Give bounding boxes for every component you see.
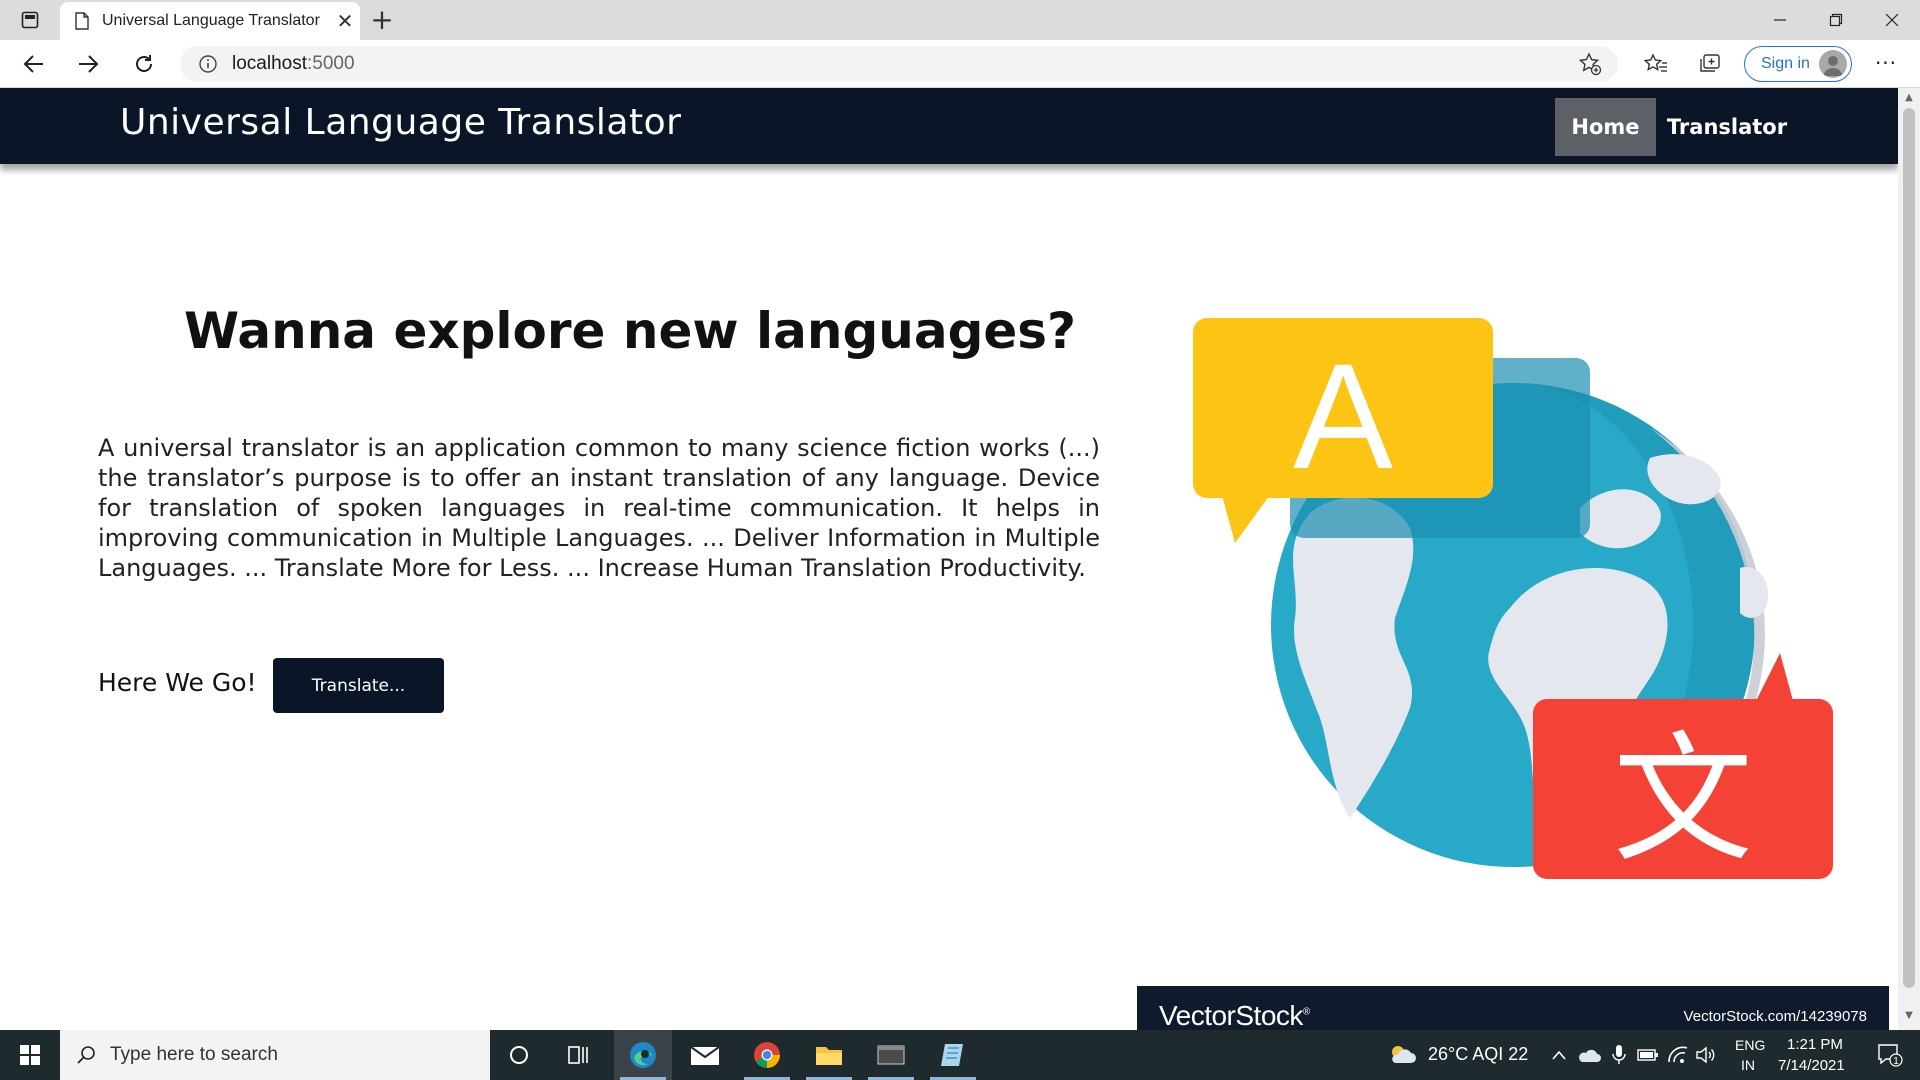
notes-app-icon[interactable]: [924, 1030, 982, 1080]
onedrive-icon[interactable]: [1574, 1030, 1604, 1080]
vectorstock-watermark: VectorStock® VectorStock.com/14239078: [1137, 986, 1889, 1030]
restore-icon[interactable]: [1808, 0, 1864, 40]
clock-date[interactable]: 7/14/2021: [1778, 1057, 1845, 1074]
site-brand[interactable]: Universal Language Translator: [120, 102, 681, 143]
browser-toolbar: localhost:5000 Sign in ···: [0, 40, 1920, 88]
minimize-icon[interactable]: [1752, 0, 1808, 40]
translate-button[interactable]: Translate...: [273, 658, 444, 713]
cortana-icon[interactable]: [490, 1030, 548, 1080]
microphone-icon[interactable]: [1606, 1030, 1632, 1080]
page-viewport: Universal Language Translator Home Trans…: [0, 88, 1898, 1030]
nav-translator-link[interactable]: Translator: [1660, 98, 1794, 156]
cta-label: Here We Go!: [98, 668, 257, 697]
search-icon: [77, 1046, 95, 1064]
address-bar[interactable]: localhost:5000: [180, 46, 1618, 82]
taskbar-search-input[interactable]: Type here to search: [60, 1030, 490, 1080]
add-favorite-icon[interactable]: [1578, 52, 1602, 80]
nav-home-link[interactable]: Home: [1555, 98, 1656, 156]
window-controls: [1752, 0, 1920, 40]
tab-actions-icon[interactable]: [14, 8, 46, 32]
back-arrow-icon[interactable]: [16, 48, 52, 80]
notification-count: 1: [1893, 1056, 1899, 1067]
settings-more-icon[interactable]: ···: [1868, 48, 1904, 80]
clock-time[interactable]: 1:21 PM: [1787, 1036, 1843, 1053]
hero-paragraph: A universal translator is an application…: [98, 434, 1100, 582]
page-scrollbar[interactable]: ▲ ▼: [1898, 88, 1920, 1030]
favorites-icon[interactable]: [1638, 48, 1674, 80]
weather-icon[interactable]: [1386, 1030, 1418, 1080]
input-language-bottom[interactable]: IN: [1741, 1057, 1755, 1073]
windows-taskbar: Type here to search 26°C AQI 22 ENG IN 1…: [0, 1030, 1920, 1080]
forward-arrow-icon[interactable]: [70, 48, 106, 80]
windows-start-icon[interactable]: [0, 1030, 60, 1080]
close-window-icon[interactable]: [1864, 0, 1920, 40]
bubble-a-letter: A: [1293, 332, 1393, 500]
input-language-top[interactable]: ENG: [1735, 1037, 1765, 1053]
battery-icon[interactable]: [1634, 1030, 1662, 1080]
site-navbar: Universal Language Translator Home Trans…: [0, 88, 1898, 164]
wifi-icon[interactable]: [1664, 1030, 1692, 1080]
task-view-icon[interactable]: [550, 1030, 608, 1080]
chrome-icon[interactable]: [738, 1030, 796, 1080]
url-text: localhost:5000: [232, 53, 355, 74]
hero-title: Wanna explore new languages?: [184, 302, 1077, 360]
vectorstock-url: VectorStock.com/14239078: [1683, 1008, 1867, 1025]
scroll-thumb[interactable]: [1903, 108, 1915, 988]
weather-readout[interactable]: 26°C AQI 22: [1428, 1044, 1528, 1065]
edge-browser-icon[interactable]: [614, 1030, 672, 1080]
vectorstock-logo: VectorStock®: [1159, 1000, 1310, 1030]
browser-tab-bar: Universal Language Translator ✕ +: [0, 0, 1920, 40]
notification-center-icon[interactable]: 1: [1868, 1030, 1912, 1080]
sign-in-button[interactable]: Sign in: [1744, 46, 1852, 82]
mail-icon[interactable]: [676, 1030, 734, 1080]
translation-globe-illustration: A 文: [1193, 318, 1833, 882]
volume-icon[interactable]: [1692, 1030, 1720, 1080]
new-tab-button[interactable]: +: [366, 4, 398, 36]
avatar: [1819, 50, 1847, 78]
site-info-icon[interactable]: [198, 54, 218, 74]
bubble-zh-glyph: 文: [1613, 719, 1753, 882]
refresh-icon[interactable]: [126, 48, 162, 80]
scroll-up-arrow-icon[interactable]: ▲: [1903, 92, 1915, 104]
page-icon: [75, 12, 89, 30]
file-explorer-icon[interactable]: [800, 1030, 858, 1080]
terminal-icon[interactable]: [862, 1030, 920, 1080]
collections-icon[interactable]: [1692, 48, 1728, 80]
tab-close-icon[interactable]: ✕: [330, 9, 360, 33]
chevron-up-icon[interactable]: [1546, 1030, 1572, 1080]
scroll-down-arrow-icon[interactable]: ▼: [1903, 1010, 1915, 1022]
browser-tab[interactable]: Universal Language Translator ✕: [60, 2, 360, 40]
tab-title: Universal Language Translator: [102, 12, 320, 29]
